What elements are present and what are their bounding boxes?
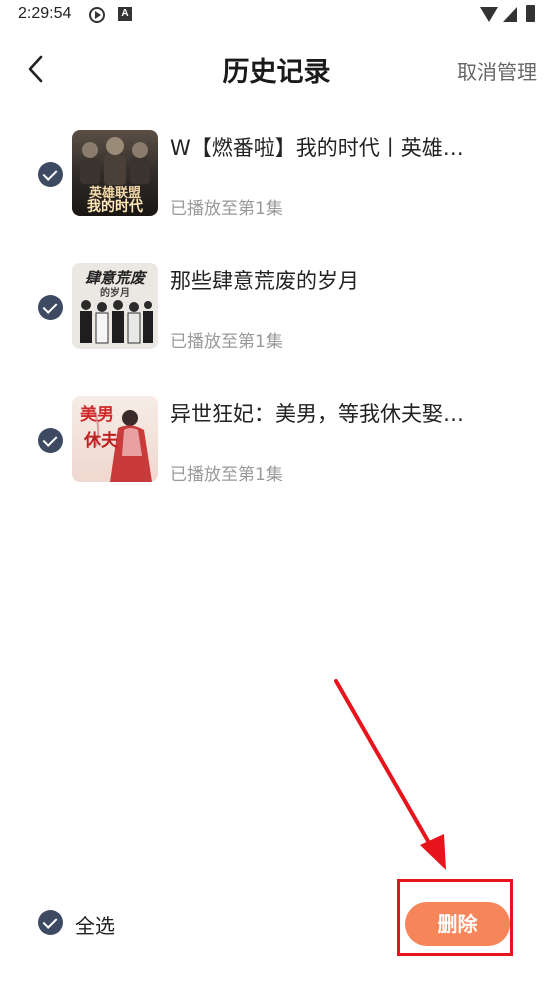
cancel-manage-button[interactable]: 取消管理 <box>457 56 537 85</box>
item-progress: 已播放至第1集 <box>170 199 283 219</box>
select-all-label: 全选 <box>75 914 115 938</box>
cover-line: 我的时代 <box>87 199 143 215</box>
header: 历史记录 取消管理 <box>0 40 553 96</box>
signal-icon <box>503 7 517 22</box>
play-circle-icon <box>89 7 105 23</box>
item-title: W【燃番啦】我的时代丨英雄… <box>170 136 464 160</box>
cover-image: 英雄联盟 我的时代 <box>72 130 158 216</box>
status-bar: 2:29:54 A <box>0 0 553 32</box>
item-progress: 已播放至第1集 <box>170 332 283 352</box>
item-title: 那些肆意荒废的岁月 <box>170 269 359 293</box>
cover-line: 休夫 <box>84 431 118 451</box>
cover-image: 肆意荒废 的岁月 <box>72 263 158 349</box>
battery-icon <box>526 5 535 22</box>
status-time: 2:29:54 <box>18 5 72 22</box>
cover-line: 的岁月 <box>100 288 130 299</box>
history-list: 英雄联盟 我的时代 W【燃番啦】我的时代丨英雄… 已播放至第1集 肆意荒废 的岁… <box>0 128 553 527</box>
checkbox-checked-icon[interactable] <box>38 428 63 453</box>
checkbox-checked-icon[interactable] <box>38 910 63 935</box>
history-item[interactable]: 肆意荒废 的岁月 那些肆意荒废的岁月 已播放至第1集 <box>0 261 553 394</box>
checkbox-checked-icon[interactable] <box>38 295 63 320</box>
annotation-highlight-box <box>397 879 513 956</box>
history-item[interactable]: 英雄联盟 我的时代 W【燃番啦】我的时代丨英雄… 已播放至第1集 <box>0 128 553 261</box>
cover-image: 美男 休夫 <box>72 396 158 482</box>
cover-line: 美男 <box>80 405 114 425</box>
item-progress: 已播放至第1集 <box>170 465 283 485</box>
wifi-icon <box>480 7 498 22</box>
checkbox-checked-icon[interactable] <box>38 162 63 187</box>
history-item[interactable]: 美男 休夫 异世狂妃：美男，等我休夫娶… 已播放至第1集 <box>0 394 553 527</box>
item-title: 异世狂妃：美男，等我休夫娶… <box>170 402 464 426</box>
a-badge-icon: A <box>118 7 132 21</box>
